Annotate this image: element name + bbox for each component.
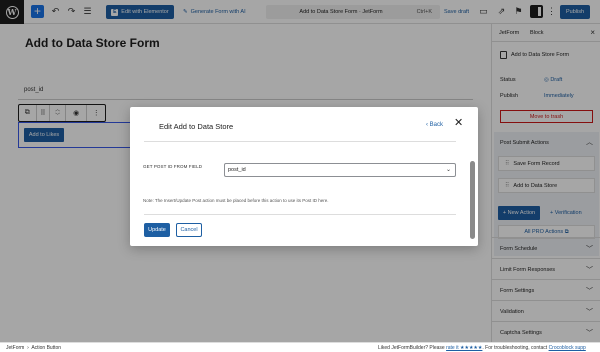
cancel-button[interactable]: Cancel <box>176 223 202 237</box>
support-link[interactable]: Crocoblock supp <box>549 345 586 351</box>
select-value: post_id <box>228 167 246 173</box>
modal-note: Note: The Insert/Update Post action must… <box>143 198 329 203</box>
block-breadcrumb: JetForm › Action Button <box>6 345 61 351</box>
post-id-field-select[interactable]: post_id ⌄ <box>224 163 456 177</box>
footer-text: Liked JetFormBuilder? Please <box>378 345 445 351</box>
modal-title: Edit Add to Data Store <box>159 122 234 131</box>
breadcrumb-leaf[interactable]: Action Button <box>31 345 61 351</box>
breadcrumb-root[interactable]: JetForm <box>6 345 24 351</box>
editor-footer: JetForm › Action Button Liked JetFormBui… <box>0 342 600 352</box>
close-icon[interactable]: ✕ <box>454 118 463 129</box>
get-post-id-label: GET POST ID FROM FIELD <box>143 164 203 169</box>
update-button[interactable]: Update <box>144 223 170 237</box>
footer-text-2: . For troubleshooting, contact <box>482 345 548 351</box>
back-label: Back <box>429 122 444 128</box>
rate-plugin-link[interactable]: rate it ★★★★★ <box>446 345 482 351</box>
modal-scrollbar[interactable] <box>470 161 475 239</box>
back-button[interactable]: ‹ Back <box>426 122 443 128</box>
modal-divider <box>144 214 456 215</box>
footer-note: Liked JetFormBuilder? Please rate it ★★★… <box>378 345 586 351</box>
edit-action-modal: Edit Add to Data Store ‹ Back ✕ GET POST… <box>130 107 478 246</box>
breadcrumb-separator: › <box>27 345 29 351</box>
modal-divider <box>144 141 456 142</box>
chevron-down-icon: ⌄ <box>445 167 451 173</box>
